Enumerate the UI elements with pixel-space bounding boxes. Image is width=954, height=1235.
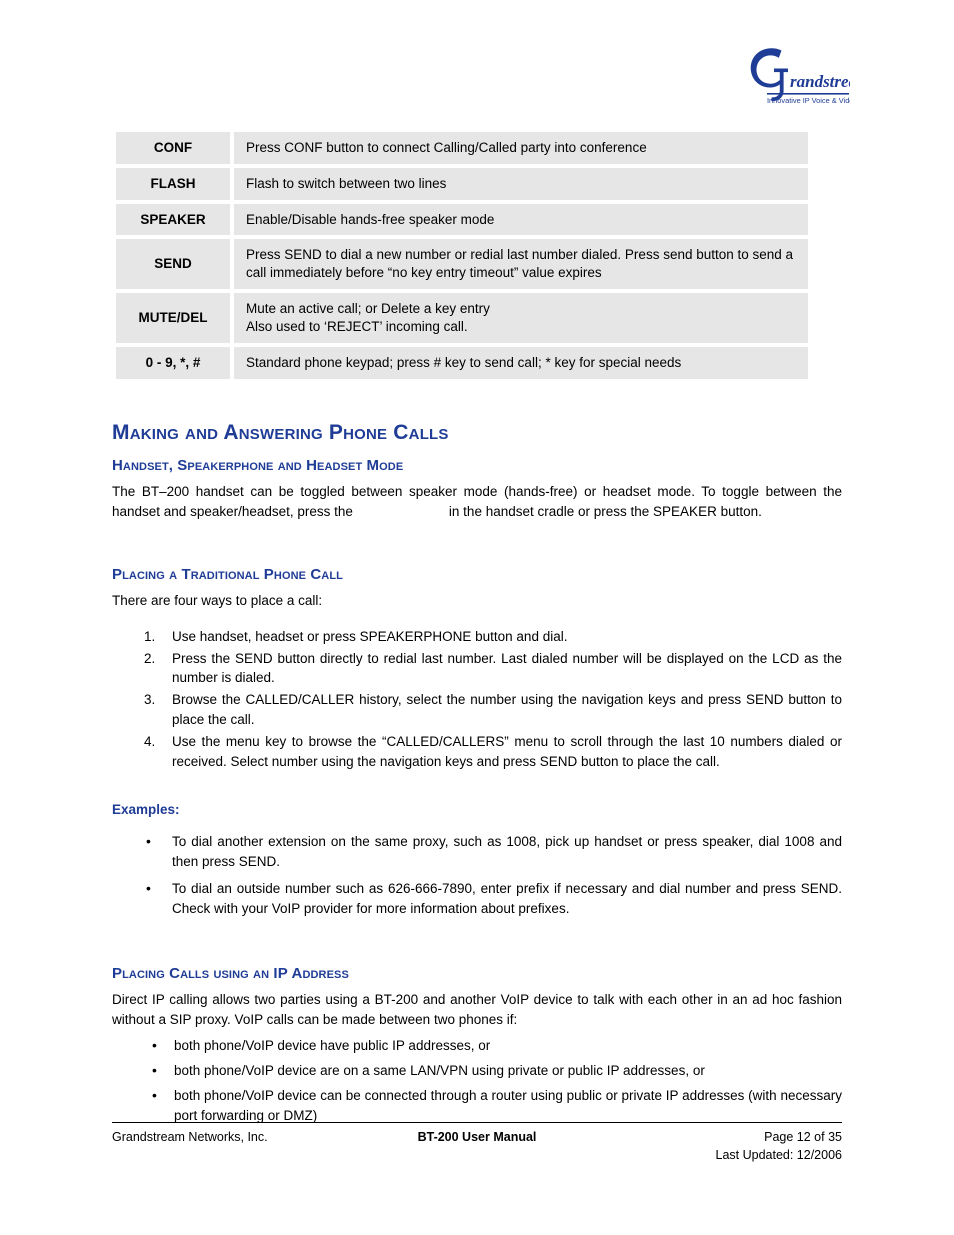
footer-page-number: Page 12 of 35 [764,1130,842,1144]
list-item: both phone/VoIP device have public IP ad… [112,1035,842,1056]
footer-divider [112,1122,842,1123]
table-row: CONF Press CONF button to connect Callin… [116,132,808,164]
table-row: MUTE/DEL Mute an active call; or Delete … [116,293,808,343]
desc-line-1: Press SEND to dial a new number or redia… [246,247,794,281]
table-cell-description: Mute an active call; or Delete a key ent… [234,293,808,343]
ordered-list-placing-call: Use handset, headset or press SPEAKERPHO… [112,627,842,772]
page-content: CONF Press CONF button to connect Callin… [112,128,842,1130]
key-description-table: CONF Press CONF button to connect Callin… [112,128,812,383]
desc-line-1: Enable/Disable hands-free speaker mode [246,211,495,227]
footer-row-secondary: Last Updated: 12/2006 [112,1146,843,1164]
list-item: Browse the CALLED/CALLER history, select… [144,690,842,728]
list-item: both phone/VoIP device can be connected … [112,1085,842,1126]
footer-last-updated: Last Updated: 12/2006 [715,1148,843,1162]
paragraph-handset-part2: in the handset cradle or press the SPEAK… [448,503,762,519]
table-cell-description: Press CONF button to connect Calling/Cal… [234,132,808,164]
table-cell-description: Press SEND to dial a new number or redia… [234,239,808,290]
table-cell-key: FLASH [116,167,230,200]
table-row: 0 - 9, *, # Standard phone keypad; press… [116,346,808,379]
bullet-list-examples: To dial another extension on the same pr… [112,831,842,919]
table-cell-key: SEND [116,239,230,290]
paragraph-handset-mode: The BT–200 handset can be toggled betwee… [112,482,842,522]
list-item: Use handset, headset or press SPEAKERPHO… [144,627,568,647]
desc-line-1: Standard phone keypad; press # key to se… [246,354,682,370]
svg-text:randstream: randstream [790,72,850,91]
table-row: SPEAKER Enable/Disable hands-free speake… [116,203,808,236]
subsection-heading-handset-mode: Handset, Speakerphone and Headset Mode [112,456,404,474]
table-cell-description: Standard phone keypad; press # key to se… [234,346,808,379]
page-header: randstream Innovative IP Voice & Video [0,0,954,120]
table-row: FLASH Flash to switch between two lines [116,167,808,200]
table-cell-key: CONF [116,132,230,164]
table-cell-description: Enable/Disable hands-free speaker mode [234,203,808,236]
ip-heading-part2: Address [287,965,349,983]
ip-heading-part1: Placing Calls using an [112,965,274,983]
footer-document-title: BT-200 User Manual [417,1130,537,1144]
list-item: To dial an outside number such as 626-66… [112,878,842,919]
logo-tagline-text: Innovative IP Voice & Video [767,96,850,105]
logo-icon: randstream Innovative IP Voice & Video [750,48,850,105]
desc-line-1: Mute an active call; or Delete a key ent… [246,301,490,317]
desc-line-1: Flash to switch between two lines [246,175,447,191]
list-item: To dial another extension on the same pr… [112,831,842,872]
subsection-heading-ip-address: Placing Calls using an IP Address [112,965,842,982]
list-item: both phone/VoIP device are on a same LAN… [112,1060,842,1081]
section-heading-making-answering: Making and Answering Phone Calls [112,420,449,444]
table-row: SEND Press SEND to dial a new number or … [116,239,808,290]
list-item: Use the menu key to browse the “CALLED/C… [144,732,842,769]
table-cell-key: SPEAKER [116,203,230,236]
table-cell-description: Flash to switch between two lines [234,167,808,200]
examples-heading: Examples: [112,801,180,817]
paragraph-traditional-intro: There are four ways to place a call: [112,592,323,608]
list-item: Press the SEND button directly to redial… [144,649,842,686]
bullet-list-ip-conditions: both phone/VoIP device have public IP ad… [112,1035,842,1126]
desc-line-1: Press CONF button to connect Calling/Cal… [246,140,647,155]
desc-line-2: Also used to ‘REJECT’ incoming call. [246,318,468,334]
table-cell-key: MUTE/DEL [116,293,230,343]
grandstream-logo: randstream Innovative IP Voice & Video [745,38,850,110]
paragraph-ip-address: Direct IP calling allows two parties usi… [112,992,842,1028]
ip-heading-acronym: IP [273,965,288,983]
document-page: randstream Innovative IP Voice & Video C… [0,0,954,1235]
page-footer: Grandstream Networks, Inc. BT-200 User M… [112,1122,842,1164]
footer-row-primary: Grandstream Networks, Inc. BT-200 User M… [112,1128,842,1146]
table-cell-key: 0 - 9, *, # [116,346,230,379]
subsection-heading-traditional-call: Placing a Traditional Phone Call [112,565,343,583]
